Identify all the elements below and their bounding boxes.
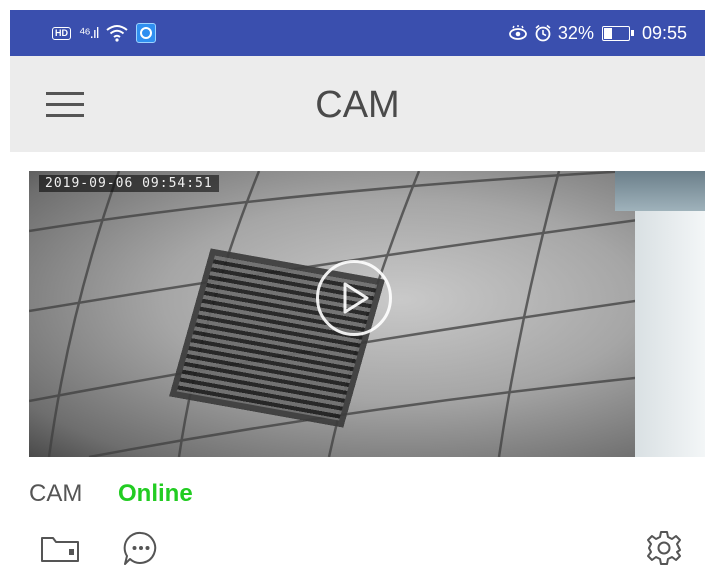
status-bar-right: 32% 09:55	[508, 23, 687, 44]
message-icon[interactable]	[122, 530, 160, 568]
app-notification-icon	[136, 23, 157, 43]
page-title: CAM	[315, 84, 400, 126]
status-bar: HD ⁴⁶.ıl 32% 09:55	[10, 10, 705, 56]
device-name: CAM	[29, 480, 83, 507]
battery-percent: 32%	[557, 22, 594, 43]
camera-preview[interactable]: 2019-09-06 09:54:51	[29, 171, 705, 457]
window-strip	[615, 171, 705, 211]
alarm-icon	[535, 24, 551, 42]
hd-icon: HD	[52, 26, 71, 40]
folder-icon[interactable]	[40, 535, 80, 563]
video-timestamp: 2019-09-06 09:54:51	[39, 175, 219, 192]
settings-icon[interactable]	[645, 529, 683, 567]
battery-icon	[601, 25, 634, 41]
play-icon[interactable]	[316, 260, 392, 336]
app-bar: CAM	[10, 56, 705, 152]
device-status-badge: Online	[118, 480, 193, 507]
wifi-icon	[106, 25, 128, 42]
right-wall	[635, 171, 705, 457]
eye-icon	[509, 25, 527, 40]
status-bar-left: HD ⁴⁶.ıl	[52, 23, 157, 43]
signal-icon: ⁴⁶.ıl	[79, 24, 99, 42]
clock: 09:55	[641, 22, 687, 43]
